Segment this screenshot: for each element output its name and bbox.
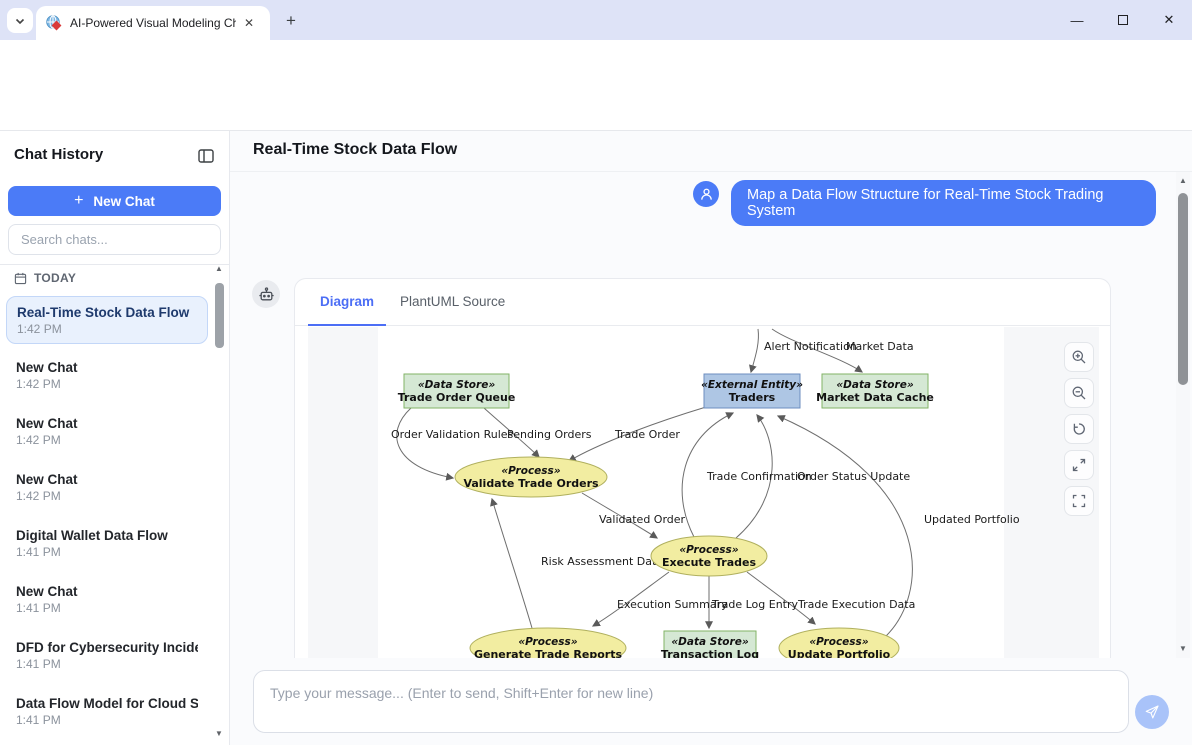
bot-avatar [252, 280, 280, 308]
sidebar: Chat History + New Chat TODAY Real-Time … [0, 131, 230, 745]
diagram-node: «Data Store»Trade Order Queue [398, 374, 516, 408]
diagram-node: «External Entity»Traders [701, 374, 803, 408]
diagram-node: «Data Store»Market Data Cache [816, 374, 934, 408]
svg-text:Trade Order Queue: Trade Order Queue [398, 391, 516, 404]
svg-text:Update Portfolio: Update Portfolio [788, 648, 891, 658]
svg-text:«External Entity»: «External Entity» [701, 379, 803, 391]
main-content: Real-Time Stock Data Flow Map a Data Flo… [230, 131, 1192, 745]
search-chats-input[interactable] [8, 224, 221, 255]
svg-text:«Data Store»: «Data Store» [418, 379, 495, 391]
chat-history-item[interactable]: New Chat1:42 PM [6, 472, 208, 512]
edge-label: Trade Order [614, 428, 680, 441]
edge-label: Alert Notification [764, 340, 857, 353]
scroll-down-icon[interactable]: ▼ [1176, 644, 1190, 653]
edge-label: Order Status Update [797, 470, 910, 483]
sidebar-title: Chat History [14, 146, 103, 163]
send-button[interactable] [1135, 695, 1169, 729]
fullscreen-icon[interactable] [1064, 486, 1094, 516]
edge-label: Order Validation Rules [391, 428, 514, 441]
chat-history-item[interactable]: Real-Time Stock Data Flow1:42 PM [6, 296, 208, 344]
svg-text:Transaction Log: Transaction Log [661, 648, 759, 658]
window-close-icon[interactable]: ✕ [1146, 0, 1192, 40]
diagram-node: «Data Store»Transaction Log [661, 631, 759, 658]
robot-icon [258, 286, 275, 303]
svg-text:«Process»: «Process» [501, 465, 560, 477]
app-header: Chatbot Powered by Visual Paradigm More … [0, 85, 1192, 131]
send-plane-icon [1144, 704, 1160, 720]
new-tab-button[interactable]: + [280, 10, 302, 32]
tab-plantuml-source[interactable]: PlantUML Source [400, 294, 505, 309]
edge-label: Pending Orders [507, 428, 592, 441]
dataflow-diagram: Alert NotificationMarket Data Order Valid… [308, 327, 1099, 658]
edge-label: Risk Assessment Data [541, 555, 663, 568]
diagram-viewport[interactable]: Alert NotificationMarket Data Order Valid… [308, 327, 1099, 658]
user-message-avatar [693, 181, 719, 207]
svg-text:Generate Trade Reports: Generate Trade Reports [474, 648, 623, 658]
window-minimize-icon[interactable]: — [1054, 0, 1100, 40]
zoom-out-icon[interactable] [1064, 378, 1094, 408]
fit-to-screen-icon[interactable] [1064, 450, 1094, 480]
edge-label: Trade Confirmation [706, 470, 812, 483]
browser-toolbar: ← → ai-toolbox.visual-paradigm.com/app/c… [0, 40, 1192, 85]
chat-messages-area: Map a Data Flow Structure for Real-Time … [230, 172, 1176, 658]
sidebar-scroll-down-icon[interactable]: ▼ [213, 729, 225, 741]
svg-text:«Process»: «Process» [679, 544, 738, 556]
edge-label: Trade Execution Data [797, 598, 915, 611]
svg-text:«Data Store»: «Data Store» [671, 636, 748, 648]
scroll-up-icon[interactable]: ▲ [1176, 176, 1190, 185]
message-input-box [253, 670, 1129, 733]
today-section-label: TODAY [14, 271, 76, 285]
svg-text:Execute Trades: Execute Trades [662, 556, 756, 569]
chat-history-item[interactable]: New Chat1:41 PM [6, 584, 208, 624]
conversation-header: Real-Time Stock Data Flow [230, 131, 1192, 172]
screen: AI-Powered Visual Modeling Ch ✕ + — ✕ ← … [0, 0, 1192, 745]
sidebar-scroll-up-icon[interactable]: ▲ [213, 264, 225, 276]
tab-search-chevron-icon[interactable] [7, 8, 33, 33]
diagram-card: Diagram PlantUML Source Alert Notificati… [294, 278, 1111, 658]
edge-label: Market Data [846, 340, 914, 353]
message-input[interactable] [254, 671, 1128, 732]
diagram-node: «Process»Validate Trade Orders [455, 457, 607, 497]
chat-history-item[interactable]: Digital Wallet Data Flow1:41 PM [6, 528, 208, 568]
edge-label: Updated Portfolio [924, 513, 1020, 526]
sidebar-divider [0, 264, 229, 265]
svg-text:Traders: Traders [729, 391, 776, 404]
browser-tab[interactable]: AI-Powered Visual Modeling Ch ✕ [36, 6, 270, 40]
plus-icon: + [74, 192, 83, 210]
chat-history-item[interactable]: DFD for Cybersecurity Incide...1:41 PM [6, 640, 208, 680]
favicon-visual-paradigm [46, 15, 62, 31]
active-tab-underline [308, 324, 386, 326]
chat-history-item[interactable]: Data Flow Model for Cloud S...1:41 PM [6, 696, 208, 736]
tab-title: AI-Powered Visual Modeling Ch [70, 16, 236, 30]
diagram-node: «Process»Execute Trades [651, 536, 767, 576]
browser-tab-strip: AI-Powered Visual Modeling Ch ✕ + — ✕ [0, 0, 1192, 40]
svg-text:Market Data Cache: Market Data Cache [816, 391, 934, 404]
chat-history-item[interactable]: New Chat1:42 PM [6, 416, 208, 456]
window-controls: — ✕ [1054, 0, 1192, 40]
conversation-title: Real-Time Stock Data Flow [253, 141, 457, 159]
edge-label: Trade Log Entry [711, 598, 799, 611]
collapse-panel-icon[interactable] [197, 147, 215, 170]
chat-scrollbar: ▲ ▼ [1176, 172, 1190, 658]
zoom-in-icon[interactable] [1064, 342, 1094, 372]
svg-text:Validate Trade Orders: Validate Trade Orders [463, 477, 599, 490]
new-chat-button[interactable]: + New Chat [8, 186, 221, 216]
window-maximize-icon[interactable] [1100, 0, 1146, 40]
chat-history-item[interactable]: New Chat1:42 PM [6, 360, 208, 400]
svg-text:«Process»: «Process» [809, 636, 868, 648]
chat-scrollbar-thumb[interactable] [1178, 193, 1188, 385]
svg-text:«Data Store»: «Data Store» [836, 379, 913, 391]
diagram-tabbar: Diagram PlantUML Source [295, 279, 1110, 326]
calendar-icon [14, 272, 27, 285]
message-input-area [230, 658, 1192, 745]
tab-close-icon[interactable]: ✕ [240, 14, 258, 32]
edge-label: Validated Order [599, 513, 686, 526]
tab-diagram[interactable]: Diagram [308, 294, 386, 309]
sidebar-scrollbar-thumb[interactable] [215, 283, 224, 348]
user-message-bubble: Map a Data Flow Structure for Real-Time … [731, 180, 1156, 226]
reset-view-icon[interactable] [1064, 414, 1094, 444]
svg-text:«Process»: «Process» [518, 636, 577, 648]
person-icon [699, 187, 714, 202]
